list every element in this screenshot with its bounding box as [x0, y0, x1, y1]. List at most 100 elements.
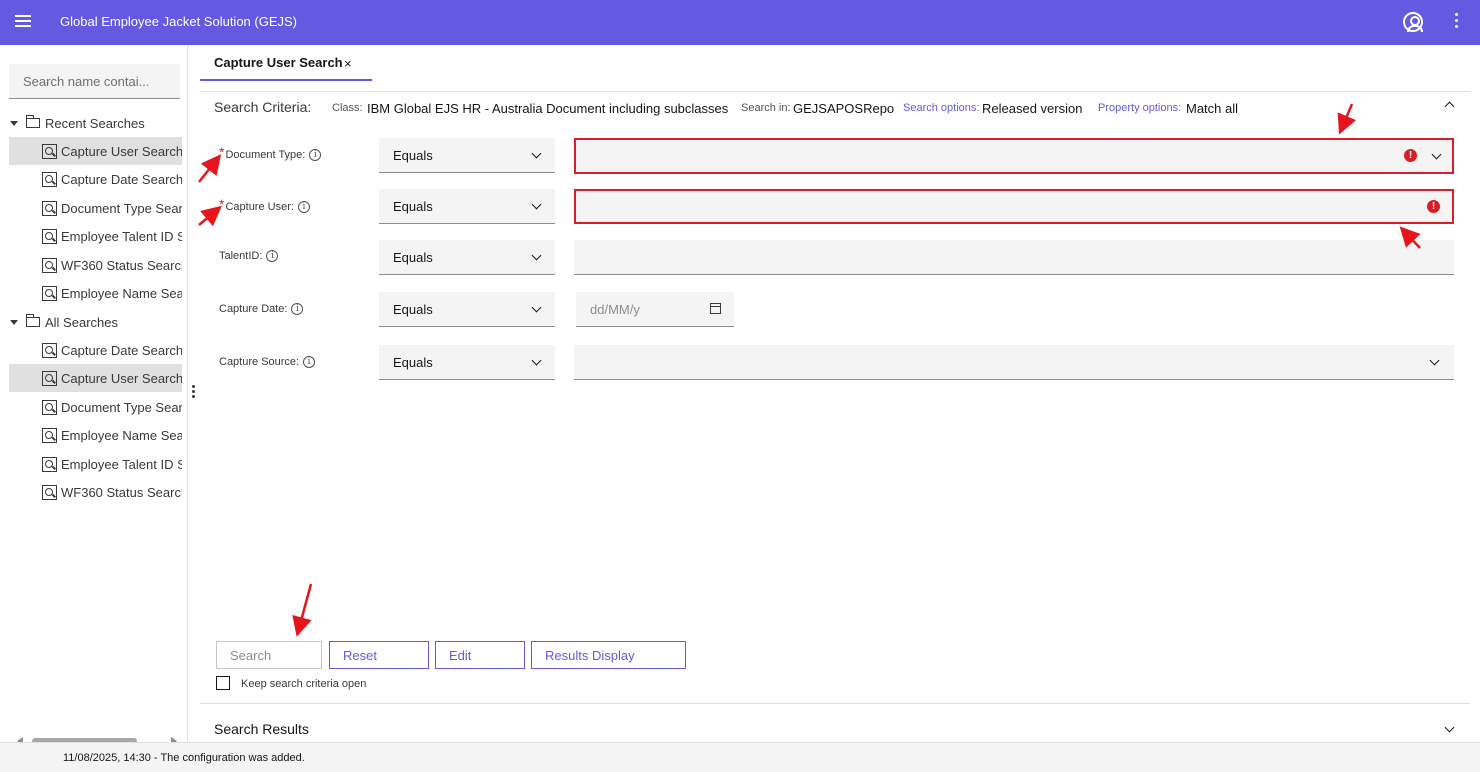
search-criteria-title: Search Criteria:: [214, 99, 312, 115]
results-display-button[interactable]: Results Display: [531, 641, 686, 669]
recent-searches-folder[interactable]: Recent Searches: [10, 113, 145, 133]
stored-search-icon: [42, 370, 57, 386]
tree-item-label: Employee Name Search: [61, 427, 182, 443]
field-label-text: Capture User:: [225, 201, 294, 213]
status-bar: 11/08/2025, 14:30 - The configuration wa…: [0, 742, 1480, 772]
capture-source-operator-select[interactable]: Equals: [379, 345, 555, 380]
caret-down-icon: [10, 120, 18, 126]
operator-value: Equals: [393, 301, 433, 317]
field-label-text: TalentID:: [219, 250, 263, 262]
talentid-value-input[interactable]: [574, 240, 1454, 275]
error-icon: !: [1427, 200, 1440, 213]
capture-user-value-input[interactable]: !: [574, 189, 1454, 224]
capture-user-operator-select[interactable]: Equals: [379, 189, 555, 224]
tree-item-label: Capture Date Search: [61, 171, 182, 187]
expand-results-icon[interactable]: [1444, 722, 1455, 733]
search-options-label[interactable]: Search options:: [903, 102, 979, 114]
stored-search-icon: [42, 257, 57, 273]
all-item-document-type-search[interactable]: Document Type Search: [9, 393, 182, 421]
stored-search-icon: [42, 399, 57, 415]
tree-item-label: Capture Date Search: [61, 342, 182, 358]
stored-search-icon: [42, 427, 57, 443]
all-item-wf360-status-search[interactable]: WF360 Status Search: [9, 478, 182, 506]
tree-item-label: Employee Talent ID Search: [61, 456, 182, 472]
document-type-label: * Document Type: i: [219, 144, 322, 163]
field-label-text: Capture Source:: [219, 356, 300, 368]
search-results-header[interactable]: Search Results: [200, 703, 1470, 742]
close-tab-icon[interactable]: ×: [344, 56, 352, 71]
status-message: 11/08/2025, 14:30 - The configuration wa…: [63, 752, 305, 764]
all-item-employee-talent-id-search[interactable]: Employee Talent ID Search: [9, 450, 182, 478]
capture-source-value-select[interactable]: [574, 345, 1454, 380]
sidebar-search-input[interactable]: Search name contai...: [9, 64, 180, 99]
hamburger-menu-icon[interactable]: [15, 15, 31, 29]
capture-date-label: Capture Date: i: [219, 303, 304, 315]
recent-item-employee-name-search[interactable]: Employee Name Search: [9, 279, 182, 307]
chevron-down-icon: [531, 302, 542, 313]
app-title: Global Employee Jacket Solution (GEJS): [60, 14, 297, 29]
document-type-operator-select[interactable]: Equals: [379, 138, 555, 173]
search-results-title: Search Results: [214, 721, 309, 737]
tree-item-label: Document Type Search: [61, 200, 182, 216]
annotation-arrow-document-type: [198, 154, 222, 183]
search-button[interactable]: Search: [216, 641, 322, 669]
tab-capture-user-search[interactable]: Capture User Search ×: [200, 45, 372, 81]
pane-splitter-handle[interactable]: [192, 385, 196, 401]
user-account-icon[interactable]: [1403, 12, 1423, 32]
search-criteria-header: Search Criteria: Class: IBM Global EJS H…: [200, 91, 1470, 123]
search-in-label: Search in:: [741, 102, 791, 114]
required-marker: *: [219, 196, 225, 212]
stored-search-icon: [42, 456, 57, 472]
operator-value: Equals: [393, 198, 433, 214]
tree-item-label: Employee Talent ID Search: [61, 228, 182, 244]
overflow-menu-icon[interactable]: [1455, 13, 1459, 33]
recent-item-capture-date-search[interactable]: Capture Date Search: [9, 165, 182, 193]
collapse-criteria-icon[interactable]: [1444, 101, 1455, 112]
recent-item-document-type-search[interactable]: Document Type Search: [9, 194, 182, 222]
search-options-value: Released version: [982, 101, 1083, 116]
recent-item-wf360-status-search[interactable]: WF360 Status Search: [9, 251, 182, 279]
info-icon[interactable]: i: [291, 303, 304, 315]
tree-item-label: Employee Name Search: [61, 285, 182, 301]
annotation-arrow-search-button: [292, 583, 313, 637]
keep-criteria-open-checkbox[interactable]: [216, 676, 230, 690]
tree-item-label: Document Type Search: [61, 399, 182, 415]
operator-value: Equals: [393, 147, 433, 163]
edit-button[interactable]: Edit: [435, 641, 525, 669]
all-item-employee-name-search[interactable]: Employee Name Search: [9, 421, 182, 449]
info-icon[interactable]: i: [297, 201, 310, 213]
chevron-down-icon: [531, 250, 542, 261]
info-icon[interactable]: i: [303, 356, 316, 368]
recent-item-employee-talent-id-search[interactable]: Employee Talent ID Search: [9, 222, 182, 250]
stored-search-icon: [42, 171, 57, 187]
recent-item-capture-user-search[interactable]: Capture User Search: [9, 137, 182, 165]
capture-date-operator-select[interactable]: Equals: [379, 292, 555, 327]
reset-button[interactable]: Reset: [329, 641, 429, 669]
stored-search-icon: [42, 228, 57, 244]
chevron-down-icon: [531, 355, 542, 366]
all-item-capture-date-search[interactable]: Capture Date Search: [9, 336, 182, 364]
capture-source-label: Capture Source: i: [219, 356, 316, 368]
capture-date-input[interactable]: dd/MM/y: [576, 292, 734, 327]
required-marker: *: [219, 144, 225, 160]
tab-label: Capture User Search: [214, 54, 343, 70]
calendar-icon[interactable]: [710, 303, 721, 314]
all-item-capture-user-search[interactable]: Capture User Search: [9, 364, 182, 392]
tree-item-label: Capture User Search: [61, 370, 182, 386]
operator-value: Equals: [393, 354, 433, 370]
property-options-label[interactable]: Property options:: [1098, 102, 1181, 114]
document-type-value-select[interactable]: !: [574, 138, 1454, 174]
info-icon[interactable]: i: [309, 149, 322, 161]
all-searches-folder[interactable]: All Searches: [10, 312, 118, 332]
sidebar: Search name contai... Recent Searches Ca…: [0, 45, 188, 745]
info-icon[interactable]: i: [266, 250, 279, 262]
class-label: Class:: [332, 102, 363, 114]
app-header: Global Employee Jacket Solution (GEJS): [0, 0, 1480, 45]
keep-criteria-open-label: Keep search criteria open: [241, 678, 367, 690]
chevron-down-icon: [531, 199, 542, 210]
property-options-value: Match all: [1186, 101, 1239, 116]
field-label-text: Document Type:: [225, 149, 306, 161]
stored-search-icon: [42, 484, 57, 500]
talentid-operator-select[interactable]: Equals: [379, 240, 555, 275]
folder-label: All Searches: [45, 314, 118, 330]
